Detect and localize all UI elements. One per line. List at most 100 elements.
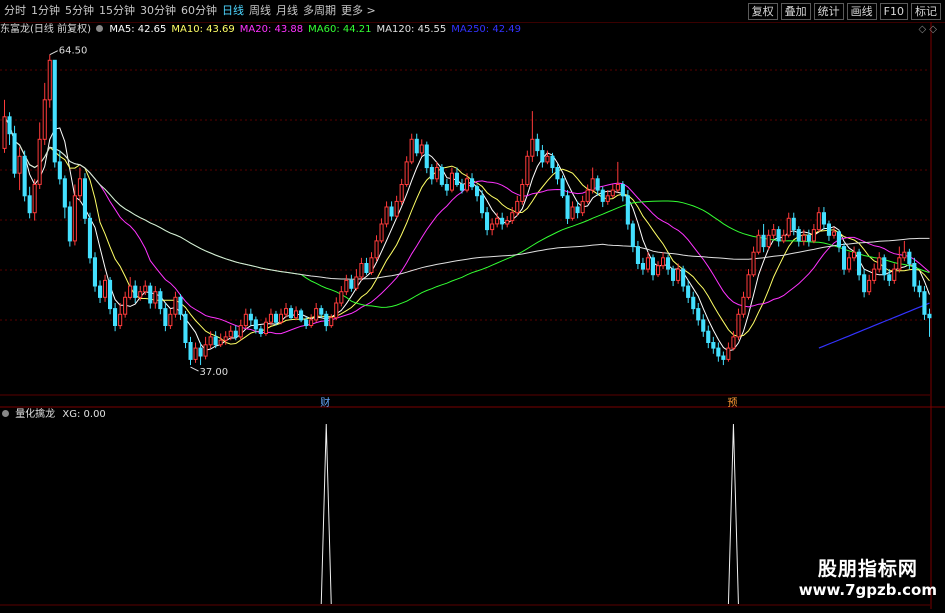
candle [781, 229, 786, 244]
candle [726, 342, 731, 362]
candle [268, 308, 273, 326]
candle [148, 282, 153, 309]
candle [339, 286, 344, 307]
candle-body [847, 257, 852, 270]
candle-body [570, 206, 575, 219]
candle-body [12, 133, 17, 174]
candle [590, 167, 595, 194]
candle [27, 186, 32, 219]
candle-body [133, 285, 138, 298]
candle-body [902, 251, 907, 259]
candle-body [666, 257, 671, 270]
candle [278, 308, 283, 325]
candle [485, 207, 490, 236]
period-tab-8[interactable]: 月线 [276, 4, 298, 17]
event-marker-0[interactable]: 财 [320, 396, 330, 409]
candle [72, 184, 77, 246]
candle-body [801, 234, 806, 242]
candle [826, 220, 832, 241]
candle-body [309, 319, 314, 326]
candle [434, 161, 439, 183]
candle-body [510, 212, 515, 222]
candle-body [364, 263, 369, 273]
candle [872, 263, 877, 284]
candle-body [811, 229, 816, 242]
candle-body [77, 178, 83, 197]
candle-body [203, 344, 208, 357]
period-tab-0[interactable]: 分时 [4, 4, 26, 17]
candle [716, 342, 721, 362]
candle [570, 201, 575, 221]
candle-body [394, 200, 399, 217]
candle [691, 291, 696, 315]
toolbar-button-4[interactable]: F10 [879, 3, 908, 20]
ma-legend-item-1: MA10: 43.69 [171, 24, 235, 35]
period-tab-7[interactable]: 周线 [249, 4, 271, 17]
candle [188, 336, 193, 366]
candle-body [213, 336, 218, 346]
candle [464, 173, 469, 193]
candle [475, 184, 480, 202]
candle [580, 195, 585, 217]
candle [857, 248, 862, 281]
candle-body [419, 144, 424, 154]
collapse-icon[interactable] [2, 410, 9, 417]
period-tab-9[interactable]: 多周期 [303, 4, 336, 17]
legend-dot-icon[interactable] [96, 25, 104, 32]
candle [98, 280, 103, 303]
candle [294, 306, 299, 320]
candle [92, 252, 98, 292]
candle-body [560, 178, 565, 197]
candle [324, 310, 329, 332]
candle [7, 112, 12, 145]
period-tab-4[interactable]: 30分钟 [140, 4, 176, 17]
candle [605, 190, 610, 205]
period-tab-6[interactable]: 日线 [222, 4, 244, 17]
period-tab-5[interactable]: 60分钟 [181, 4, 217, 17]
candle-body [495, 217, 500, 225]
low-pointer [190, 366, 199, 372]
period-tab-10[interactable]: 更多 > [341, 4, 376, 17]
candle [635, 240, 641, 270]
candle-body [882, 257, 887, 276]
candle [37, 122, 42, 189]
candle-body [691, 296, 696, 310]
candle [796, 226, 801, 247]
candle [520, 178, 525, 205]
ma120-line [4, 116, 930, 280]
candlestick-panel[interactable]: 64.50 37.00 财 预 东富龙(日线 前复权) MA5: 42.65 MA10:… [0, 22, 945, 409]
candle [791, 212, 796, 236]
candle-body [434, 167, 439, 180]
candle [656, 261, 661, 278]
candle [203, 336, 208, 360]
candle [595, 175, 600, 196]
panel-controls[interactable]: ◇ ◇ [918, 24, 937, 36]
candle-body [218, 339, 223, 346]
toolbar-button-2[interactable]: 统计 [813, 3, 844, 20]
candle [736, 308, 741, 341]
candlestick-chart[interactable]: 64.50 37.00 财 预 [0, 22, 945, 409]
period-tab-3[interactable]: 15分钟 [99, 4, 135, 17]
candle [686, 280, 691, 303]
event-marker-1[interactable]: 预 [727, 397, 737, 409]
candle [183, 310, 188, 349]
candle-body [57, 161, 62, 180]
candle [128, 277, 133, 300]
toolbar-button-0[interactable]: 复权 [747, 3, 778, 20]
candle-body [575, 206, 580, 214]
candle [560, 175, 565, 199]
candle-body [565, 195, 570, 219]
candle-body [329, 317, 334, 327]
toolbar-button-3[interactable]: 画线 [846, 3, 877, 20]
candle [741, 291, 746, 318]
period-tab-1[interactable]: 1分钟 [31, 4, 60, 17]
toolbar-button-1[interactable]: 叠加 [780, 3, 811, 20]
candle [248, 308, 253, 326]
candle-body [193, 347, 198, 360]
toolbar-button-5[interactable]: 标记 [911, 3, 941, 20]
candle-body [610, 189, 615, 197]
candle-body [319, 308, 324, 315]
candle [409, 133, 414, 165]
period-tab-2[interactable]: 5分钟 [65, 4, 94, 17]
candle-body [796, 229, 801, 242]
